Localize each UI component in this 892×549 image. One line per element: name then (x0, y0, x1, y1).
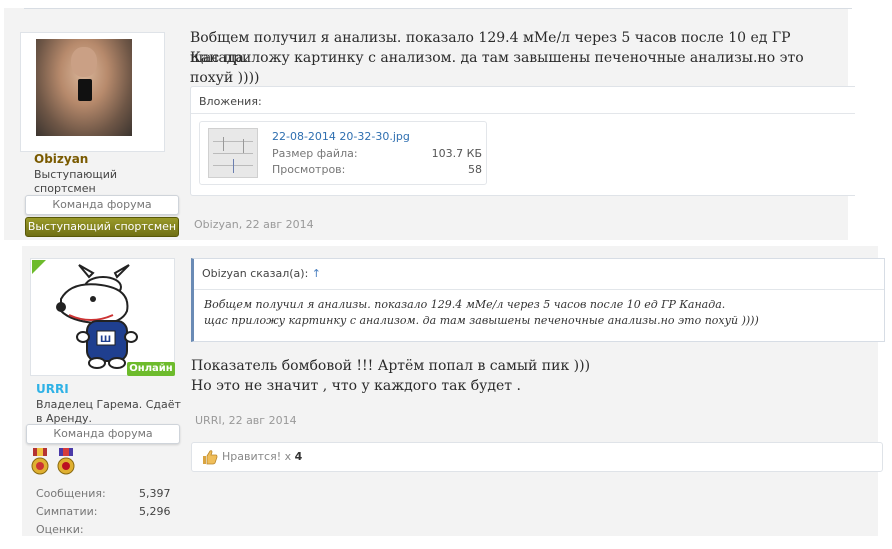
quote-line-2: щас приложу картинку с анализом. да там … (204, 314, 759, 327)
thumbs-up-icon (203, 450, 218, 465)
attachments-panel: Вложения: 22-08-2014 20-32-30.jpg Размер… (190, 86, 855, 196)
likes-x: x (284, 450, 292, 463)
user-title: Выступающий спортсмен (34, 168, 118, 195)
message-line-2: щас приложу картинку с анализом. да там … (190, 50, 804, 86)
ratings-label: Оценки: (36, 523, 84, 536)
attachment-thumbnail[interactable] (208, 128, 258, 178)
arrow-up-icon[interactable]: ↑ (312, 267, 321, 280)
avatar[interactable]: Ш (31, 259, 174, 375)
divider (194, 289, 884, 290)
avatar-frame[interactable] (20, 32, 165, 152)
quote-text: Вобщем получил я анализы. показало 129.4… (204, 297, 759, 329)
username[interactable]: URRI (36, 382, 69, 396)
online-badge: Онлайн (127, 362, 175, 376)
likes-count: 4 (294, 450, 303, 463)
quote-author-text: Obizyan сказал(а): (202, 267, 309, 280)
likes-stat-label: Симпатии: (36, 505, 98, 518)
post-meta[interactable]: Obizyan, 22 авг 2014 (194, 218, 314, 231)
svg-text:Ш: Ш (100, 335, 111, 345)
quote-block: Obizyan сказал(а): ↑ Вобщем получил я ан… (191, 258, 885, 342)
views-label: Просмотров: (272, 163, 346, 176)
messages-value[interactable]: 5,397 (139, 487, 171, 500)
messages-label: Сообщения: (36, 487, 106, 500)
views-value: 58 (468, 163, 482, 176)
attachments-label: Вложения: (199, 95, 262, 108)
divider (24, 8, 852, 9)
team-badge: Команда форума (26, 424, 180, 444)
quote-author[interactable]: Obizyan сказал(а): ↑ (202, 267, 321, 280)
team-badge: Команда форума (25, 195, 179, 215)
post-urri: Ш Онлайн URRI Владелец Гарема. Сдаёт в А… (22, 246, 885, 536)
message-line-1: Показатель бомбовой !!! Артём попал в са… (191, 358, 591, 374)
avatar-phone-shape (78, 79, 92, 101)
file-size-value: 103.7 КБ (431, 147, 482, 160)
attachment-item[interactable]: 22-08-2014 20-32-30.jpg Размер файла: 10… (199, 121, 487, 185)
attachment-filename-link[interactable]: 22-08-2014 20-32-30.jpg (272, 130, 410, 143)
username[interactable]: Obizyan (34, 152, 88, 166)
likes-bar: Нравится! x 4 (191, 442, 883, 472)
avatar[interactable] (36, 39, 132, 136)
file-size-label: Размер файла: (272, 147, 358, 160)
post-meta[interactable]: URRI, 22 авг 2014 (195, 414, 297, 427)
athlete-badge: Выступающий спортсмен (25, 217, 179, 237)
message-line-2: Но это не значит , что у каждого так буд… (191, 378, 521, 394)
medal-icon[interactable] (56, 448, 76, 478)
likes-label: Нравится! (222, 450, 282, 463)
likes-summary[interactable]: Нравится! x 4 (222, 450, 302, 463)
likes-stat-value: 5,296 (139, 505, 171, 518)
medal-icon[interactable] (30, 448, 50, 478)
divider (191, 113, 855, 114)
avatar-frame[interactable]: Ш Онлайн (30, 258, 175, 376)
quote-line-1: Вобщем получил я анализы. показало 129.4… (204, 298, 726, 311)
post-obizyan: Obizyan Выступающий спортсмен Команда фо… (4, 8, 855, 240)
avatar-head-shape (71, 47, 97, 77)
user-title-line-1: Владелец Гарема. Сдаёт (36, 398, 181, 411)
